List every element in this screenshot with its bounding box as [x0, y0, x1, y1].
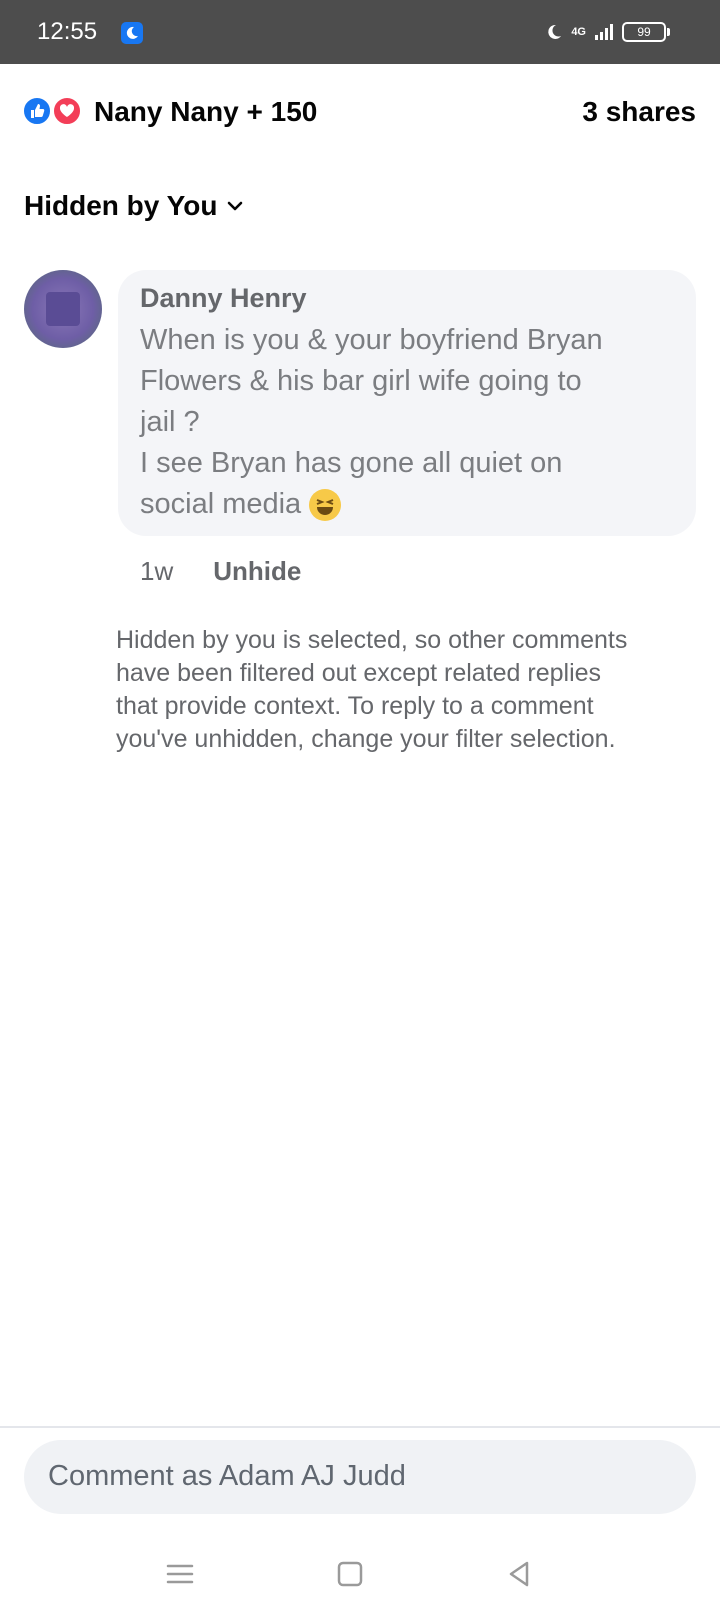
battery-indicator: 99 [622, 22, 670, 42]
comment-meta: 1w Unhide [140, 556, 301, 587]
unhide-button[interactable]: Unhide [213, 556, 301, 587]
comment-time: 1w [140, 556, 174, 586]
comment-text: When is you & your boyfriend Bryan Flowe… [140, 320, 680, 525]
status-time: 12:55 [37, 18, 98, 45]
reaction-summary[interactable]: Nany Nany + 150 [94, 96, 317, 128]
like-icon[interactable] [22, 96, 52, 126]
app-notification-icon [121, 22, 143, 44]
divider [0, 1426, 720, 1428]
avatar[interactable] [24, 270, 102, 348]
comment-line: I see Bryan has gone all quiet on [140, 447, 563, 479]
laughing-emoji-icon [309, 489, 342, 522]
do-not-disturb-icon [548, 24, 562, 39]
system-nav-bar [0, 1540, 720, 1612]
filter-label: Hidden by You [24, 190, 218, 221]
back-icon[interactable] [500, 1554, 540, 1594]
network-type: 4G [571, 26, 586, 38]
comment-line: social media [140, 488, 302, 520]
avatar-emblem [46, 292, 80, 326]
shares-count[interactable]: 3 shares [582, 96, 696, 128]
signal-icon [595, 24, 613, 40]
comment-input-placeholder: Comment as Adam AJ Judd [48, 1460, 406, 1492]
comment-line: When is you & your boyfriend Bryan [140, 324, 603, 356]
comment-input[interactable]: Comment as Adam AJ Judd [24, 1440, 696, 1514]
love-icon[interactable] [52, 96, 82, 126]
comment-line: jail ? [140, 406, 200, 438]
home-icon[interactable] [330, 1554, 370, 1594]
status-indicators: 4G 99 [545, 20, 670, 44]
status-bar: 12:55 4G 99 [0, 0, 720, 64]
menu-icon[interactable] [160, 1554, 200, 1594]
filter-info-text: Hidden by you is selected, so other comm… [116, 626, 628, 753]
chevron-down-icon [228, 201, 243, 211]
comment-author[interactable]: Danny Henry [140, 283, 307, 314]
comment-filter-dropdown[interactable]: Hidden by You [24, 190, 243, 222]
reactions-row: Nany Nany + 150 3 shares [0, 88, 720, 136]
comment-line: Flowers & his bar girl wife going to [140, 365, 582, 397]
